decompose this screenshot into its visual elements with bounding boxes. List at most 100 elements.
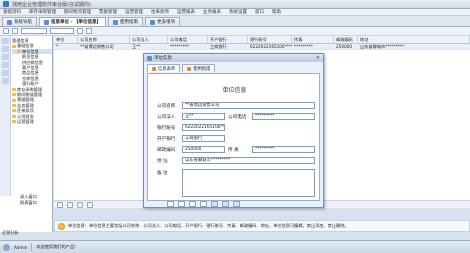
tab-guide[interactable]: 使用指南 xyxy=(182,64,216,72)
search-icon[interactable] xyxy=(77,28,83,34)
tab-label: 信息表单 xyxy=(158,66,176,72)
tab-label: 更多增项 xyxy=(157,20,176,25)
filter-select[interactable] xyxy=(21,28,47,34)
company-field[interactable]: **省博运销售公司 xyxy=(182,102,315,109)
column-header[interactable]: 公司电话 xyxy=(168,35,208,44)
next-page-icon[interactable] xyxy=(77,201,83,208)
exit-icon[interactable] xyxy=(233,201,240,207)
nav-business-icon[interactable] xyxy=(2,70,9,76)
unit-info-dialog: 单位信息 × 信息表单 使用指南 单位信息 公司名称 **省博运销售公司 公司法… xyxy=(143,53,324,208)
column-header[interactable]: 开户银行 xyxy=(208,35,248,44)
folder-icon xyxy=(12,87,16,91)
column-header[interactable]: 传真 xyxy=(292,35,334,44)
folder-icon xyxy=(12,93,16,97)
phone-label: 公司电话 xyxy=(228,115,247,120)
status-bar: Admin 欢迎使用我们的产品! xyxy=(0,240,470,253)
folder-icon xyxy=(12,114,16,118)
folder-icon xyxy=(12,120,16,124)
close-icon[interactable]: × xyxy=(316,55,320,61)
menu-item[interactable]: 帮助 xyxy=(272,9,281,15)
menu-item[interactable]: 票据管理 xyxy=(99,9,117,15)
left-panel: 管理信息 基础信息 单位信息 职员信息 供应商信息 客户信息 商品信息 仓库信息… xyxy=(0,36,53,235)
fax-field[interactable]: ********* xyxy=(252,146,315,153)
prev-record-icon[interactable] xyxy=(178,201,185,207)
table-cell: ********* xyxy=(170,43,189,49)
folder-icon xyxy=(17,50,21,54)
info-bar: 单位信息：单位信息主要包括公司名称、公司法人、公司电话、开户银行、银行账号、传真… xyxy=(54,220,470,232)
table-cell: 工商银行 xyxy=(210,43,227,49)
legal-field[interactable]: 王** xyxy=(182,113,225,120)
home-icon xyxy=(7,19,12,25)
last-page-icon[interactable] xyxy=(87,201,93,208)
remark-field[interactable] xyxy=(182,169,315,197)
nav-finance-icon[interactable] xyxy=(2,78,9,84)
tree-node[interactable]: 运营管理 xyxy=(12,119,52,124)
phone-field[interactable]: ********* xyxy=(252,113,315,120)
menu-item[interactable]: 运营管理 xyxy=(125,9,143,15)
menu-item[interactable]: 往来款项 xyxy=(151,9,169,15)
ops-analysis-label[interactable]: 运营分析 xyxy=(2,230,52,236)
folder-icon xyxy=(12,44,16,48)
nav-icon-column xyxy=(0,36,11,196)
nav-base-icon[interactable] xyxy=(2,38,9,44)
back-icon[interactable] xyxy=(12,28,18,34)
tab-guide[interactable]: 使用指南 xyxy=(108,17,144,26)
menu-item[interactable]: 窗口 xyxy=(255,9,264,15)
next-record-icon[interactable] xyxy=(189,201,196,207)
document-icon xyxy=(44,19,49,25)
table-cell: 山东省聊城市********* xyxy=(360,43,404,49)
window-title: 测用企业管理软件审合版(在试期内) xyxy=(12,1,91,8)
postcode-field[interactable]: 250000 xyxy=(182,146,225,153)
print-icon[interactable] xyxy=(222,201,229,207)
lightbulb-icon xyxy=(58,222,65,230)
report-window-item[interactable]: 报表窗口 xyxy=(20,200,52,206)
menu-item[interactable]: 业务报表 xyxy=(203,9,221,15)
tab-form[interactable]: 信息表单 xyxy=(147,64,181,72)
last-record-icon[interactable] xyxy=(200,201,207,207)
app-icon xyxy=(3,1,9,7)
column-header[interactable]: 银行账号 xyxy=(248,35,292,44)
account-field[interactable]: 6222022165106**** xyxy=(182,124,225,131)
postcode-label: 邮政编码 xyxy=(157,148,176,153)
search-input[interactable] xyxy=(50,28,74,34)
bank-field[interactable]: 工商银行 xyxy=(182,135,225,142)
table-cell: ********* xyxy=(294,43,313,49)
tab-more[interactable]: 更多增项 xyxy=(145,17,181,26)
column-header[interactable]: 地址 xyxy=(358,35,470,44)
tab-label: 使用指南 xyxy=(120,20,139,25)
address-field[interactable]: 山东省聊城市********* xyxy=(182,157,315,164)
prev-page-icon[interactable] xyxy=(67,201,73,208)
edit-icon[interactable] xyxy=(3,28,9,34)
help-icon xyxy=(187,66,192,71)
tab-label: 系统导航 xyxy=(14,20,32,25)
first-record-icon[interactable] xyxy=(167,201,174,207)
menu-item[interactable]: 库存采购管理 xyxy=(29,9,56,15)
column-header[interactable]: 邮政编码 xyxy=(334,35,358,44)
dialog-title-bar[interactable]: 单位信息 xyxy=(144,54,323,62)
dialog-nav-bar xyxy=(147,200,320,208)
folder-icon xyxy=(12,109,16,113)
nav-ticket-icon[interactable] xyxy=(2,62,9,68)
column-header[interactable]: 单位 xyxy=(54,35,78,44)
refresh-icon[interactable] xyxy=(86,28,92,34)
legal-label: 公司法人 xyxy=(157,115,176,120)
divider xyxy=(31,243,33,251)
menu-item[interactable]: 系统设置 xyxy=(229,9,247,15)
column-header[interactable]: 公司名称 xyxy=(78,35,130,44)
nav-stock-icon[interactable] xyxy=(2,46,9,52)
menu-item[interactable]: 期间物流管理 xyxy=(64,9,91,15)
table-cell: 王** xyxy=(132,43,141,49)
tab-system-nav[interactable]: 系统导航 xyxy=(2,17,37,26)
save-icon[interactable] xyxy=(211,201,218,207)
folder-icon xyxy=(12,104,16,108)
user-name: Admin xyxy=(14,244,28,250)
nav-logistics-icon[interactable] xyxy=(2,54,9,60)
nav-tree: 管理信息 基础信息 单位信息 职员信息 供应商信息 客户信息 商品信息 仓库信息… xyxy=(12,38,52,125)
first-page-icon[interactable] xyxy=(57,201,63,208)
fax-label: 传 真 xyxy=(228,148,239,153)
dialog-icon xyxy=(147,55,152,61)
menu-item[interactable]: 基础资料 xyxy=(3,9,21,15)
menu-item[interactable]: 运营报表 xyxy=(177,9,195,15)
tab-unit-info[interactable]: 信息单位 - 【单位信息】 xyxy=(39,17,107,26)
column-header[interactable]: 公司法人 xyxy=(130,35,168,44)
